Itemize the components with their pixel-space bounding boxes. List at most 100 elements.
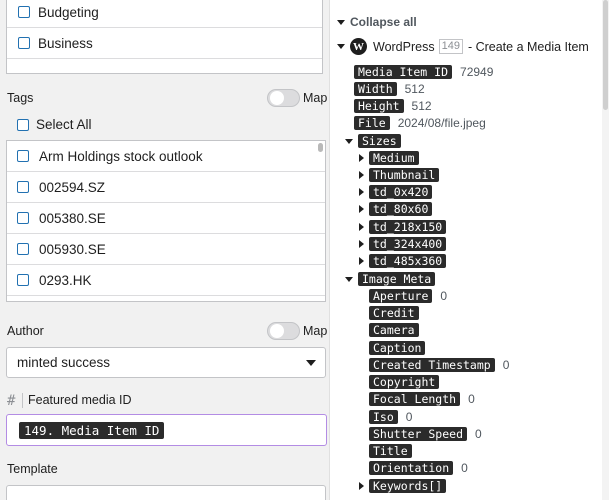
- tree-field-camera: Camera: [369, 323, 419, 337]
- field-pill[interactable]: Iso: [369, 410, 398, 424]
- tree-field-credit: Credit: [369, 306, 419, 320]
- tags-scrollbar[interactable]: [318, 143, 323, 152]
- collapse-all-toggle[interactable]: Collapse all: [337, 15, 417, 29]
- field-value: 512: [404, 82, 425, 96]
- tree-field-width: Width 512: [354, 82, 425, 96]
- tags-label: Tags: [7, 91, 34, 105]
- caret-right-icon: [359, 482, 364, 490]
- field-pill[interactable]: Width: [354, 82, 397, 96]
- mapping-panel: Budgeting Business Tags Map Select All A…: [0, 0, 329, 500]
- tags-map-label: Map: [303, 91, 328, 105]
- tree-node-keywords[interactable]: Keywords[]: [359, 479, 447, 493]
- tree-scrollbar[interactable]: [602, 0, 609, 500]
- category-label: Budgeting: [38, 4, 99, 20]
- select-all[interactable]: Select All: [17, 117, 92, 132]
- field-pill[interactable]: Caption: [369, 341, 426, 355]
- field-pill[interactable]: Shutter Speed: [369, 427, 468, 441]
- field-pill[interactable]: Focal Length: [369, 392, 461, 406]
- tree-node-size[interactable]: td_218x150: [359, 220, 447, 234]
- field-pill[interactable]: Height: [354, 99, 404, 113]
- tree-node-size[interactable]: Thumbnail: [359, 168, 440, 182]
- template-label: Template: [7, 462, 58, 476]
- tree-root-description: - Create a Media Item: [467, 39, 589, 54]
- tree-field-aperture: Aperture 0: [369, 289, 447, 303]
- author-label: Author: [7, 324, 44, 338]
- collapse-all-label: Collapse all: [350, 15, 417, 29]
- tag-item[interactable]: 005930.SE: [7, 234, 325, 265]
- mapped-field-pill[interactable]: 149. Media Item ID: [19, 421, 165, 439]
- author-map-label: Map: [303, 324, 328, 338]
- field-pill[interactable]: td_80x60: [369, 202, 433, 216]
- field-pill[interactable]: td_324x400: [369, 237, 447, 251]
- caret-right-icon: [359, 154, 364, 162]
- field-pill[interactable]: Image Meta: [358, 272, 436, 286]
- tree-node-size[interactable]: td_324x400: [359, 237, 447, 251]
- field-pill[interactable]: td_0x420: [369, 185, 433, 199]
- tree-node-size[interactable]: td_80x60: [359, 202, 433, 216]
- tree-field-iso: Iso 0: [369, 410, 412, 424]
- tree-node-image-meta[interactable]: Image Meta: [345, 272, 436, 286]
- tag-item[interactable]: Arm Holdings stock outlook: [7, 141, 325, 172]
- tag-item[interactable]: 005380.SE: [7, 203, 325, 234]
- caret-right-icon: [359, 223, 364, 231]
- field-value: 0: [405, 410, 413, 424]
- field-value: 0: [475, 427, 482, 441]
- tree-field-media-item-id: Media Item ID 72949: [354, 65, 493, 79]
- field-pill[interactable]: td_485x360: [369, 254, 447, 268]
- tag-label: 002594.SZ: [39, 179, 106, 195]
- category-item[interactable]: Budgeting: [7, 0, 322, 28]
- caret-right-icon: [359, 171, 364, 179]
- tag-checkbox[interactable]: [17, 150, 29, 162]
- field-pill[interactable]: Copyright: [369, 375, 440, 389]
- tag-checkbox[interactable]: [17, 181, 29, 193]
- field-pill[interactable]: Keywords[]: [369, 479, 447, 493]
- author-map-toggle[interactable]: [267, 322, 300, 340]
- field-pill[interactable]: Title: [369, 444, 412, 458]
- category-label: Business: [38, 35, 93, 51]
- field-pill[interactable]: Orientation: [369, 461, 454, 475]
- field-pill[interactable]: File: [354, 116, 390, 130]
- caret-down-icon: [345, 138, 353, 144]
- tag-checkbox[interactable]: [17, 212, 29, 224]
- tree-node-size[interactable]: td_0x420: [359, 185, 433, 199]
- tree-node-size[interactable]: Medium: [359, 151, 419, 165]
- author-select[interactable]: minted success: [6, 347, 326, 378]
- category-checkbox[interactable]: [18, 6, 30, 18]
- field-pill[interactable]: Media Item ID: [354, 65, 453, 79]
- category-item[interactable]: Business: [7, 28, 322, 59]
- field-pill[interactable]: Thumbnail: [369, 168, 440, 182]
- field-value: 0: [502, 358, 510, 372]
- tag-item[interactable]: 0293.HK: [7, 265, 325, 296]
- categories-list: Budgeting Business: [6, 0, 323, 74]
- hash-icon: #: [7, 393, 16, 409]
- tree-field-height: Height 512: [354, 99, 432, 113]
- caret-right-icon: [359, 257, 364, 265]
- tree-root[interactable]: W WordPress 149 - Create a Media Item: [337, 38, 589, 55]
- category-checkbox[interactable]: [18, 37, 30, 49]
- tags-list: Arm Holdings stock outlook 002594.SZ 005…: [6, 140, 326, 302]
- field-pill[interactable]: Medium: [369, 151, 419, 165]
- tag-item[interactable]: 002594.SZ: [7, 172, 325, 203]
- tree-node-size[interactable]: td_485x360: [359, 254, 447, 268]
- scrollbar-thumb[interactable]: [603, 0, 608, 110]
- tags-map-toggle[interactable]: [267, 89, 300, 107]
- field-pill[interactable]: Aperture: [369, 289, 433, 303]
- tag-checkbox[interactable]: [17, 243, 29, 255]
- caret-right-icon: [359, 205, 364, 213]
- tree-field-focal-length: Focal Length 0: [369, 392, 475, 406]
- tree-field-title: Title: [369, 444, 412, 458]
- select-all-checkbox[interactable]: [17, 118, 29, 131]
- tree-node-sizes[interactable]: Sizes: [345, 134, 401, 148]
- field-pill[interactable]: Credit: [369, 306, 419, 320]
- template-select[interactable]: [6, 485, 326, 500]
- data-tree-panel: Collapse all W WordPress 149 - Create a …: [329, 0, 609, 500]
- field-pill[interactable]: Sizes: [358, 134, 401, 148]
- field-pill[interactable]: td_218x150: [369, 220, 447, 234]
- field-pill[interactable]: Camera: [369, 323, 419, 337]
- field-value: 0: [468, 392, 475, 406]
- tree-field-copyright: Copyright: [369, 375, 440, 389]
- field-pill[interactable]: Created Timestamp: [369, 358, 495, 372]
- tree-field-caption: Caption: [369, 341, 426, 355]
- featured-media-input[interactable]: 149. Media Item ID: [6, 414, 327, 446]
- tag-checkbox[interactable]: [17, 274, 29, 286]
